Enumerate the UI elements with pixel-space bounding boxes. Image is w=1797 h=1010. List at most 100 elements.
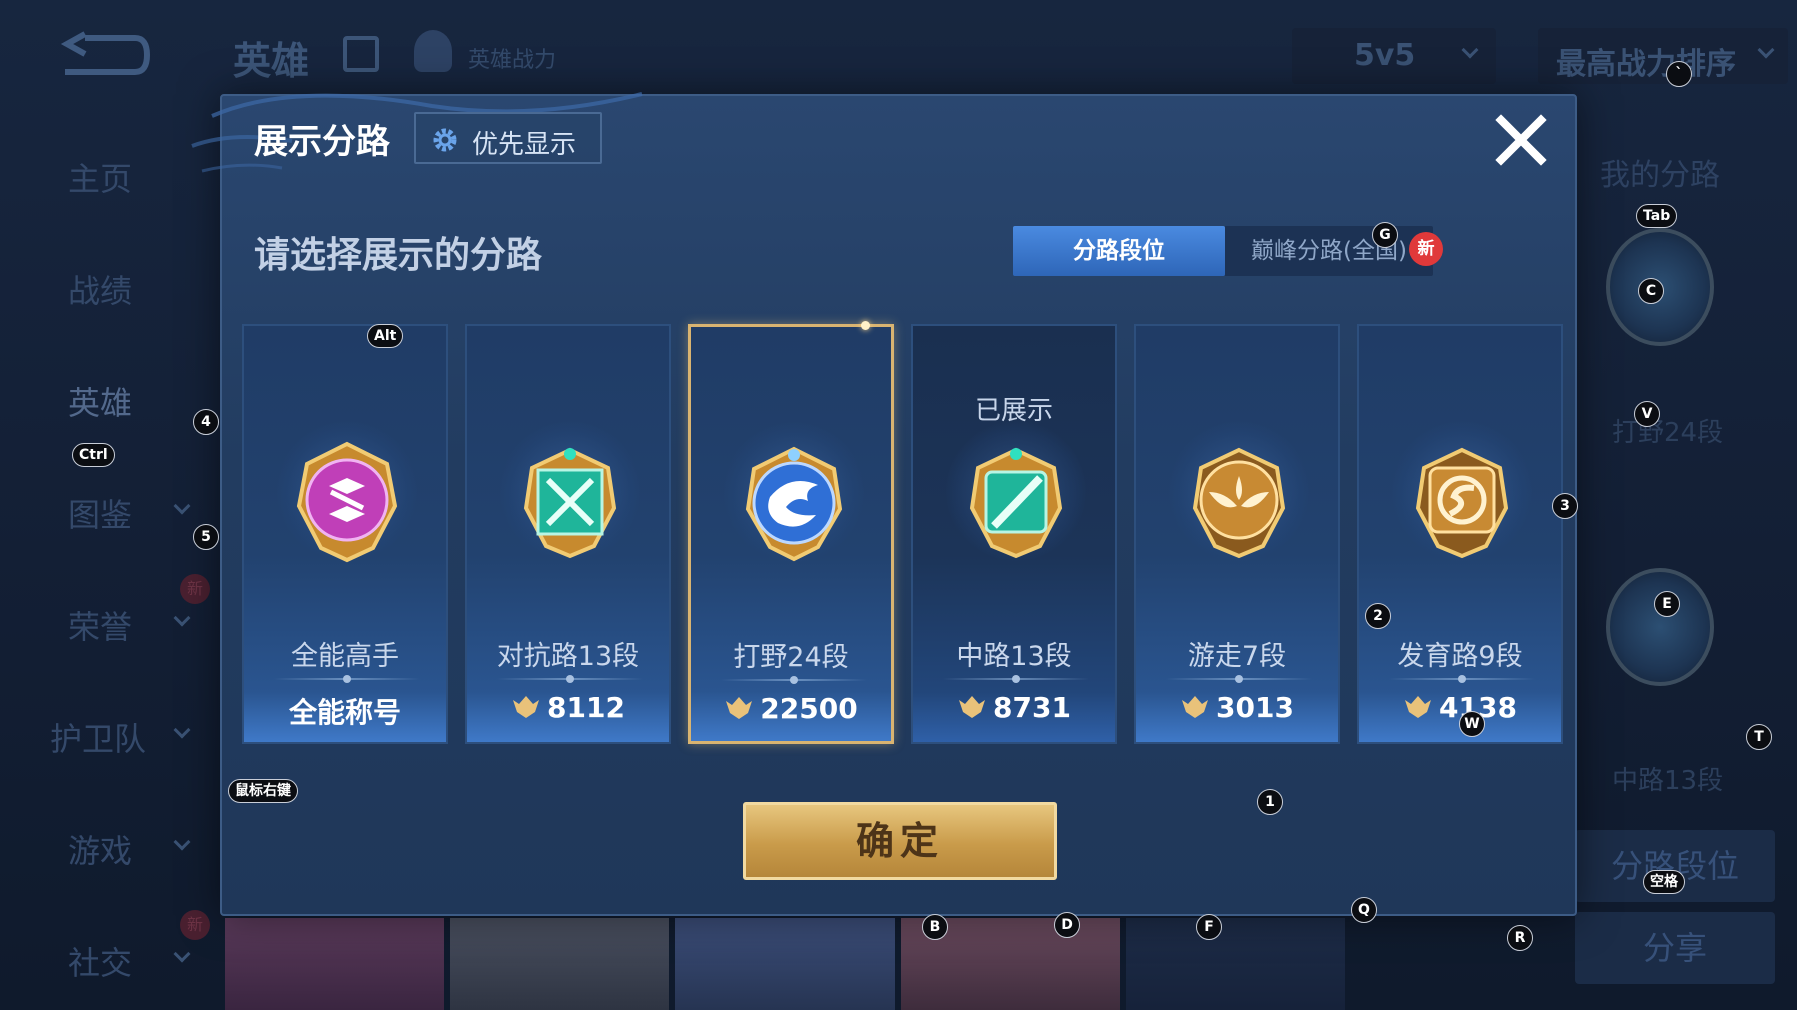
modal-title: 展示分路 [254,122,390,162]
chevron-down-icon [1757,41,1775,59]
power-wing-icon [513,696,540,718]
close-icon[interactable] [1493,112,1549,168]
sidebar-item-game[interactable]: 游戏 [40,818,210,878]
lane-score-value: 3013 [1216,691,1294,724]
lane-rank-text: 中路13段 [1612,766,1724,796]
chevron-down-icon [173,721,191,739]
lane-card-farm[interactable]: 发育路9段 4138 [1357,324,1563,744]
farm-lane-emblem-icon [1415,447,1509,559]
key-hint-3: 3 [1552,493,1578,519]
mid-badge-icon [1606,568,1714,686]
key-hint-backtick: ` [1666,61,1692,87]
lane-score: 3013 [1136,691,1338,724]
chevron-down-icon [1461,41,1479,59]
sidebar-item-social[interactable]: 社交 新 [40,910,210,990]
my-lanes-panel: 我的分路 打野24段 中路13段 分路段位 分享 [1550,140,1780,990]
lane-score-value: 22500 [760,692,858,725]
sidebar-item-hero[interactable]: 英雄 [40,370,210,430]
sidebar-item-label: 社交 [68,944,133,982]
lane-score: 22500 [691,692,891,725]
lane-score: 8112 [467,691,669,724]
card-divider-dot [343,675,351,683]
priority-display-label: 优先显示 [472,130,577,160]
lane-card-all-round[interactable]: 全能高手 全能称号 [242,324,448,744]
lane-tabs: 分路段位 巅峰分路(全国) 新 [1013,226,1443,276]
clash-lane-emblem-icon [523,447,617,559]
helmet-icon [414,30,452,72]
key-hint-e: E [1654,591,1680,617]
tab-lane-rank[interactable]: 分路段位 [1013,226,1225,276]
tab-peak-lane[interactable]: 巅峰分路(全国) [1225,226,1433,276]
sidebar-item-label: 护卫队 [50,720,147,758]
lane-card-clash[interactable]: 对抗路13段 8112 [465,324,671,744]
power-wing-icon [1405,696,1432,718]
hero-thumbnail[interactable] [450,918,670,1010]
key-hint-4: 4 [193,409,219,435]
hero-strip [225,918,1346,1010]
lane-score-value: 8731 [993,691,1071,724]
sidebar-item-record[interactable]: 战绩 [40,258,210,318]
key-hint-q: Q [1351,897,1377,923]
lane-card-jungle[interactable]: 打野24段 22500 [688,321,894,744]
key-hint-t: T [1746,724,1772,750]
all-round-emblem-icon [296,441,398,563]
key-hint-alt: Alt [367,324,404,348]
lane-score-value: 全能称号 [288,696,401,729]
hero-power-label[interactable]: 英雄战力 [468,42,556,74]
hero-thumbnail[interactable] [225,918,445,1010]
lane-score: 8731 [913,691,1115,724]
confirm-button[interactable]: 确定 [743,802,1057,880]
card-divider-dot [1458,675,1466,683]
priority-display-button[interactable]: 优先显示 [414,112,602,164]
key-hint-1: 1 [1257,789,1283,815]
sidebar-item-label: 主页 [68,160,133,198]
sidebar-item-label: 战绩 [68,272,133,310]
power-wing-icon [1182,696,1209,718]
new-badge: 新 [180,910,210,940]
lane-rank-label: 中路13段 [956,641,1072,672]
sidebar-item-guard[interactable]: 护卫队 [40,706,210,766]
key-hint-5: 5 [193,524,219,550]
back-arrow-icon[interactable] [55,30,150,80]
lane-card-mid[interactable]: 已展示 中路13段 8731 [911,324,1117,744]
chevron-down-icon [173,945,191,963]
key-hint-space: 空格 [1643,870,1685,894]
lane-rank-label: 游走7段 [1187,641,1287,672]
new-badge: 新 [1409,232,1443,266]
sort-select[interactable]: 最高战力排序 [1538,28,1788,84]
key-hint-ctrl: Ctrl [72,443,115,467]
mid-lane-emblem-icon [969,447,1063,559]
mode-select[interactable]: 5v5 [1292,28,1496,84]
page-title: 英雄 [233,39,310,83]
sidebar-item-codex[interactable]: 图鉴 [40,482,210,542]
hero-thumbnail[interactable] [675,918,895,1010]
list-icon[interactable] [343,36,379,72]
card-divider-dot [1012,675,1020,683]
lane-rank-label: 全能高手 [291,641,399,672]
key-hint-g: G [1372,222,1398,248]
key-hint-d: D [1054,912,1080,938]
new-badge: 新 [180,574,210,604]
my-lanes-title: 我的分路 [1600,158,1720,193]
lane-card-roam[interactable]: 游走7段 3013 [1134,324,1340,744]
key-hint-b: B [922,914,948,940]
lane-rank-label: 对抗路13段 [496,641,640,672]
sidebar: 主页 战绩 英雄 图鉴 荣誉新 护卫队 游戏 社交新 [0,100,215,1010]
sidebar-item-honor[interactable]: 荣誉 新 [40,574,210,654]
share-button[interactable]: 分享 [1575,912,1775,984]
chevron-down-icon [173,833,191,851]
power-wing-icon [726,697,753,719]
top-bar: 英雄 英雄战力 5v5 最高战力排序 [0,0,1797,100]
hero-thumbnail[interactable] [1125,918,1346,1010]
card-divider-dot [790,676,798,684]
sidebar-item-label: 荣誉 [68,608,133,646]
lane-score: 全能称号 [244,691,446,731]
chevron-down-icon [173,609,191,627]
key-hint-tab: Tab [1636,204,1678,228]
power-wing-icon [959,696,986,718]
key-hint-2: 2 [1365,603,1391,629]
chevron-down-icon [173,497,191,515]
key-hint-c: C [1638,278,1664,304]
key-hint-v: V [1634,401,1660,427]
lane-rank-label: 发育路9段 [1397,641,1523,672]
